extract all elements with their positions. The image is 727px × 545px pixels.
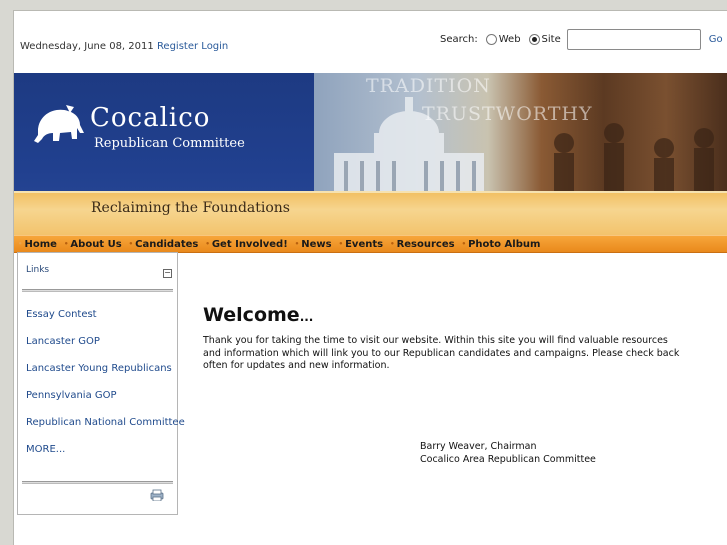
link-lancaster-young-republicans[interactable]: Lancaster Young Republicans: [26, 363, 172, 374]
nav-photo-album[interactable]: Photo Album: [462, 239, 540, 250]
page: Wednesday, June 08, 2011 Register Login …: [13, 10, 727, 545]
link-lancaster-gop[interactable]: Lancaster GOP: [26, 336, 100, 347]
top-bar: Wednesday, June 08, 2011 Register Login …: [14, 11, 727, 73]
go-button[interactable]: Go: [709, 34, 723, 45]
nav-candidates[interactable]: Candidates: [129, 239, 198, 250]
link-essay-contest[interactable]: Essay Contest: [26, 309, 97, 320]
date-line: Wednesday, June 08, 2011 Register Login: [20, 41, 228, 52]
site-radio-label: Site: [541, 33, 561, 45]
link-more[interactable]: MORE...: [26, 444, 65, 455]
collapse-icon[interactable]: −: [163, 269, 172, 278]
link-republican-national-committee[interactable]: Republican National Committee: [26, 417, 185, 428]
site-subtitle: Republican Committee: [94, 136, 245, 151]
links-panel-title: Links: [26, 265, 50, 275]
search-label: Search:: [440, 33, 478, 45]
nav-news[interactable]: News: [295, 239, 331, 250]
signature-org: Cocalico Area Republican Committee: [420, 453, 596, 465]
signature: Barry Weaver, Chairman Cocalico Area Rep…: [420, 441, 596, 466]
nav-get-involved[interactable]: Get Involved!: [205, 239, 288, 250]
links-panel: Links − Essay Contest Lancaster GOP Lanc…: [17, 252, 185, 515]
divider: [22, 289, 173, 292]
nav-about-us[interactable]: About Us: [64, 239, 121, 250]
header-banner: Cocalico Republican Committee Reclaiming…: [14, 73, 727, 235]
elephant-logo-icon: [34, 105, 84, 143]
banner-word-trustworthy: TRUSTWORTHY: [422, 103, 593, 125]
web-radio-label: Web: [498, 33, 521, 45]
current-date: Wednesday, June 08, 2011: [20, 41, 154, 52]
search-input[interactable]: [566, 28, 701, 50]
nav-home[interactable]: Home: [18, 239, 56, 250]
nav-resources[interactable]: Resources: [390, 239, 455, 250]
welcome-body: Thank you for taking the time to visit o…: [203, 335, 680, 371]
site-title: Cocalico: [90, 103, 211, 133]
welcome-heading-ellipsis: ...: [299, 310, 314, 324]
welcome-heading-text: Welcome: [203, 304, 300, 326]
banner-word-tradition: TRADITION: [366, 75, 491, 97]
divider: [22, 481, 173, 484]
register-link[interactable]: Register: [157, 41, 198, 52]
login-link[interactable]: Login: [201, 41, 228, 52]
welcome-heading: Welcome...: [203, 304, 313, 326]
site-radio[interactable]: [528, 33, 540, 45]
nav-events[interactable]: Events: [339, 239, 383, 250]
signature-name: Barry Weaver, Chairman: [420, 441, 537, 452]
print-icon[interactable]: [150, 489, 164, 501]
tagline: Reclaiming the Foundations: [91, 200, 290, 216]
web-radio[interactable]: [485, 33, 497, 45]
main-nav: Home About Us Candidates Get Involved! N…: [14, 235, 727, 253]
search-bar: Search: Web Site Go: [440, 27, 723, 51]
link-pennsylvania-gop[interactable]: Pennsylvania GOP: [26, 390, 117, 401]
